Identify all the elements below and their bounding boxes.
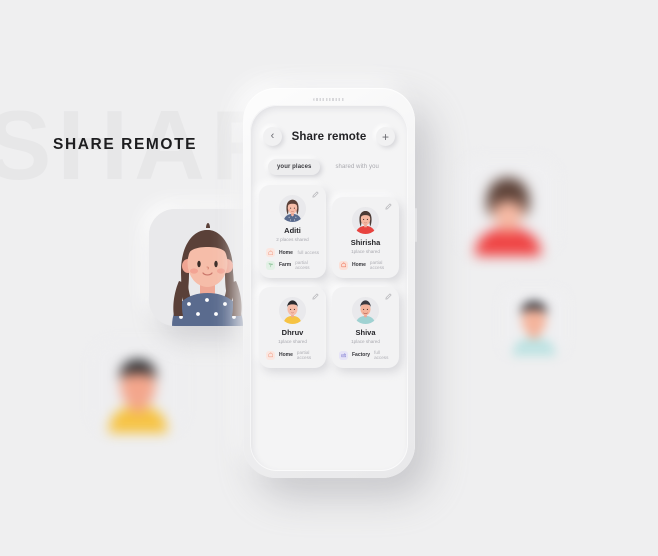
place-row[interactable]: Factory full access	[339, 350, 392, 360]
place-access: partial access	[369, 260, 385, 270]
avatar	[279, 195, 306, 222]
place-name: Home	[279, 352, 293, 358]
person-card-dhruv[interactable]: Dhruv 1place shared Home partial access	[259, 287, 326, 368]
avatar	[279, 297, 306, 324]
place-row[interactable]: Home full access	[266, 248, 319, 257]
place-name: Home	[279, 249, 293, 256]
people-cards-grid: Aditi 2 places shared Home full access F…	[250, 175, 408, 368]
person-name: Shiva	[355, 328, 376, 337]
home-icon	[339, 260, 348, 270]
person-card-shirisha[interactable]: Shirisha 1place shared Home partial acce…	[332, 197, 399, 278]
place-list: Home partial access	[339, 260, 392, 270]
floating-avatar-teal	[500, 288, 568, 356]
place-access: full access	[297, 250, 319, 255]
person-subtitle: 1place shared	[351, 249, 380, 254]
home-icon	[266, 350, 275, 360]
person-subtitle: 1place shared	[278, 339, 307, 344]
back-button[interactable]: ‹	[263, 127, 282, 146]
phone-speaker-grille	[313, 98, 345, 101]
pencil-icon[interactable]	[312, 191, 319, 198]
pencil-icon[interactable]	[385, 203, 392, 210]
avatar	[352, 207, 379, 234]
place-list: Factory full access	[339, 350, 392, 360]
phone-mockup: ‹ Share remote + your places shared with…	[243, 88, 417, 478]
factory-icon	[339, 350, 348, 360]
place-name: Farm	[279, 262, 292, 268]
tab-your-places[interactable]: your places	[268, 159, 321, 175]
person-name: Dhruv	[281, 328, 304, 337]
phone-screen: ‹ Share remote + your places shared with…	[250, 105, 408, 471]
place-list: Home partial access	[266, 350, 319, 360]
farm-icon	[266, 260, 275, 270]
app-header: ‹ Share remote +	[250, 105, 408, 146]
place-access: partial access	[296, 350, 312, 360]
home-icon	[266, 248, 275, 257]
pencil-icon[interactable]	[312, 293, 319, 300]
pencil-icon[interactable]	[385, 293, 392, 300]
person-name: Aditi	[284, 226, 301, 235]
floating-avatar-red	[459, 158, 557, 256]
app-title: Share remote	[291, 130, 367, 143]
place-list: Home full access Farm partial access	[266, 248, 319, 270]
person-card-shiva[interactable]: Shiva 1place shared Factory full access	[332, 287, 399, 368]
page-title: SHARE REMOTE	[53, 136, 198, 153]
place-access: full access	[374, 350, 389, 360]
place-name: Home	[352, 262, 366, 268]
place-row[interactable]: Home partial access	[266, 350, 319, 360]
avatar	[352, 297, 379, 324]
place-row[interactable]: Farm partial access	[266, 260, 319, 270]
floating-avatar-yellow	[92, 341, 184, 433]
tab-shared-with-you[interactable]: shared with you	[326, 159, 388, 175]
person-subtitle: 1place shared	[351, 339, 380, 344]
place-access: partial access	[295, 260, 310, 270]
person-card-aditi[interactable]: Aditi 2 places shared Home full access F…	[259, 185, 326, 278]
tab-bar: your places shared with you	[250, 146, 408, 175]
place-name: Factory	[352, 352, 371, 358]
add-button[interactable]: +	[376, 127, 395, 146]
person-subtitle: 2 places shared	[276, 237, 309, 242]
person-name: Shirisha	[350, 238, 381, 247]
place-row[interactable]: Home partial access	[339, 260, 392, 270]
